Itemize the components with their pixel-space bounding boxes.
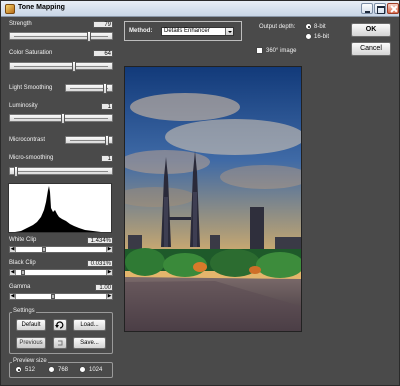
black-clip-label: Black Clip [9, 260, 36, 266]
black-clip-scrollbar[interactable]: ◀ ▶ [9, 269, 113, 276]
image-360-label: 360° image [266, 48, 297, 54]
black-clip-knob[interactable] [21, 270, 26, 275]
gamma-knob[interactable] [50, 294, 55, 299]
method-select-value: Details Enhancer [164, 28, 210, 34]
preview-size-512-radio[interactable] [15, 366, 22, 373]
default-button[interactable]: Default [16, 319, 46, 331]
micro-smoothing-slider-thumb[interactable] [13, 166, 18, 177]
color-saturation-slider-thumb[interactable] [72, 61, 77, 72]
preview-image[interactable] [124, 66, 302, 332]
luminosity-value[interactable]: 1 [101, 103, 113, 110]
preview-size-512-label: 512 [25, 367, 36, 373]
preview-photo [125, 67, 301, 331]
strength-value[interactable]: 79 [93, 21, 113, 28]
strength-slider[interactable] [9, 31, 113, 42]
light-smoothing-label: Light Smoothing [9, 85, 53, 91]
output-depth-label: Output depth: [259, 24, 296, 30]
black-clip-left-arrow-icon[interactable]: ◀ [10, 270, 16, 275]
micro-smoothing-slider[interactable] [9, 166, 113, 177]
gamma-value[interactable]: 1.00 [95, 284, 113, 291]
color-saturation-value[interactable]: 64 [93, 50, 113, 57]
microcontrast-label: Microcontrast [9, 137, 46, 143]
app-icon [5, 4, 15, 14]
luminosity-slider[interactable] [9, 113, 113, 124]
light-smoothing-slider[interactable] [65, 83, 113, 94]
method-select[interactable]: Details Enhancer [161, 27, 234, 36]
chevron-down-icon[interactable] [225, 28, 233, 35]
microcontrast-slider[interactable] [65, 135, 113, 146]
close-icon[interactable] [387, 3, 399, 14]
method-label: Method: [129, 28, 153, 34]
reset-arrow-button[interactable] [53, 319, 67, 331]
load-button[interactable]: Load... [73, 319, 106, 331]
window-title: Tone Mapping [18, 4, 65, 11]
previous-button[interactable]: Previous [16, 337, 46, 349]
histogram [8, 183, 112, 233]
image-360-checkbox[interactable] [256, 47, 263, 54]
tone-mapping-dialog: Tone Mapping Strength 79 Color Saturatio… [0, 0, 400, 386]
black-clip-right-arrow-icon[interactable]: ▶ [106, 270, 112, 275]
white-clip-left-arrow-icon[interactable]: ◀ [10, 247, 16, 252]
white-clip-knob[interactable] [42, 247, 47, 252]
micro-smoothing-label: Micro-smoothing [9, 155, 54, 161]
gamma-right-arrow-icon[interactable]: ▶ [106, 294, 112, 299]
maximize-icon[interactable] [374, 3, 386, 14]
output-depth-8bit-label: 8-bit [314, 24, 326, 30]
minimize-icon[interactable] [361, 3, 373, 14]
luminosity-slider-thumb[interactable] [60, 113, 65, 124]
output-depth-16bit-radio[interactable] [305, 33, 312, 40]
gamma-left-arrow-icon[interactable]: ◀ [10, 294, 16, 299]
preview-size-1024-radio[interactable] [79, 366, 86, 373]
microcontrast-slider-thumb[interactable] [105, 135, 109, 146]
preview-size-1024-label: 1024 [89, 367, 103, 373]
undo-icon [58, 340, 63, 346]
output-depth-8bit-radio[interactable] [305, 23, 312, 30]
white-clip-value[interactable]: 1.434% [87, 237, 113, 244]
undo-button[interactable] [53, 337, 67, 349]
black-clip-value[interactable]: 0.031% [87, 260, 113, 267]
output-depth-16bit-label: 16-bit [314, 34, 330, 40]
title-bar[interactable]: Tone Mapping [1, 1, 399, 17]
save-button[interactable]: Save... [73, 337, 106, 349]
white-clip-scrollbar[interactable]: ◀ ▶ [9, 246, 113, 253]
preview-size-768-radio[interactable] [48, 366, 55, 373]
preview-size-768-label: 768 [58, 367, 69, 373]
white-clip-right-arrow-icon[interactable]: ▶ [106, 247, 112, 252]
settings-group-title: Settings [12, 308, 36, 314]
micro-smoothing-value[interactable]: 1 [101, 155, 113, 162]
gamma-scrollbar[interactable]: ◀ ▶ [9, 293, 113, 300]
gamma-label: Gamma [9, 284, 31, 290]
light-smoothing-slider-thumb[interactable] [103, 83, 107, 94]
ok-button[interactable]: OK [351, 23, 391, 37]
preview-size-title: Preview size [12, 358, 48, 364]
cancel-button[interactable]: Cancel [351, 42, 391, 56]
white-clip-label: White Clip [9, 237, 37, 243]
strength-label: Strength [9, 21, 32, 27]
luminosity-label: Luminosity [9, 103, 38, 109]
color-saturation-label: Color Saturation [9, 50, 53, 56]
reset-arrow-icon [55, 321, 64, 329]
strength-slider-thumb[interactable] [86, 31, 91, 42]
color-saturation-slider[interactable] [9, 61, 113, 72]
histogram-graph [15, 186, 101, 232]
